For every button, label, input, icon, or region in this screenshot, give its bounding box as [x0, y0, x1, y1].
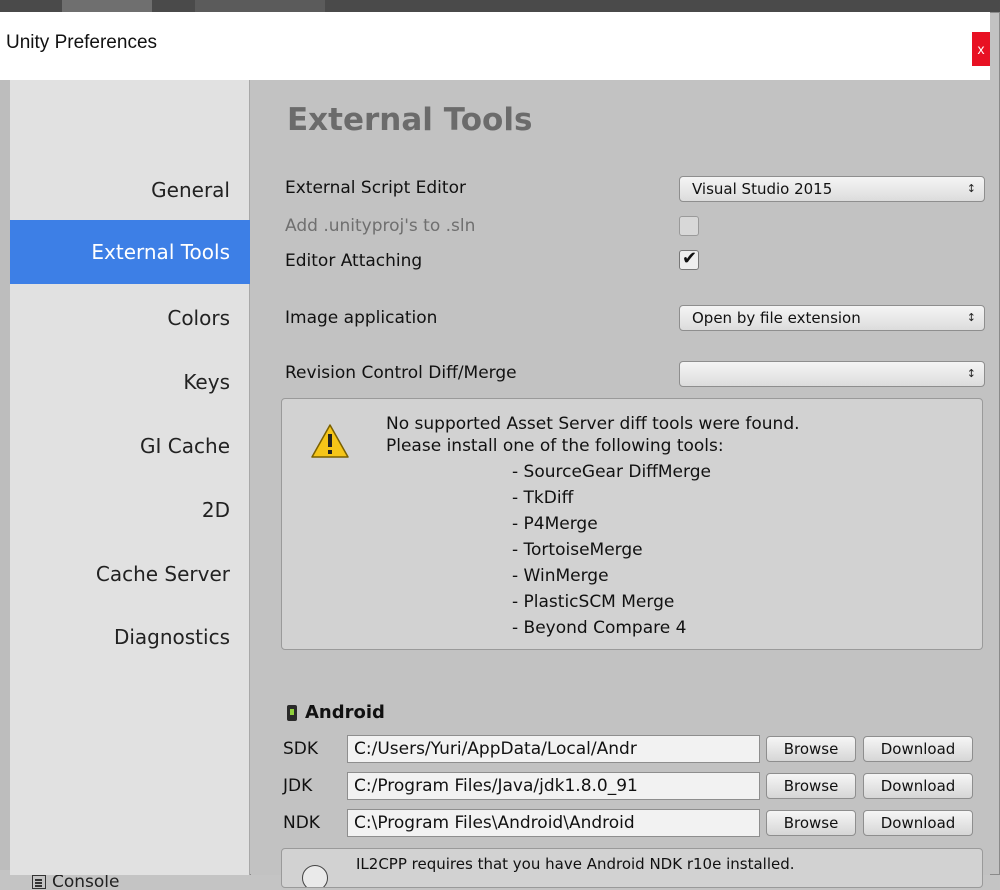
diff-tools-warning: No supported Asset Server diff tools wer…: [281, 398, 983, 650]
add-unityproj-checkbox: [679, 216, 699, 236]
list-item: - WinMerge: [512, 566, 609, 586]
image-application-value: Open by file extension: [692, 309, 861, 327]
warning-icon: [311, 424, 349, 458]
sidebar-item-2d[interactable]: 2D: [10, 478, 250, 542]
sidebar-item-cache-server[interactable]: Cache Server: [10, 542, 250, 606]
jdk-browse-button[interactable]: Browse: [766, 773, 856, 799]
add-unityproj-label: Add .unityproj's to .sln: [285, 216, 476, 236]
page-title: External Tools: [287, 102, 533, 138]
info-icon: [302, 865, 328, 887]
ndk-path-field[interactable]: C:\Program Files\Android\Android: [347, 809, 760, 837]
dropdown-arrows-icon: ↕: [966, 182, 976, 195]
script-editor-label: External Script Editor: [285, 178, 466, 198]
window-title: Unity Preferences: [6, 32, 158, 53]
sidebar-item-keys[interactable]: Keys: [10, 350, 250, 414]
list-item: - TortoiseMerge: [512, 540, 643, 560]
sidebar-item-general[interactable]: General: [10, 158, 250, 222]
ndk-download-button[interactable]: Download: [863, 810, 973, 836]
list-item: - TkDiff: [512, 488, 574, 508]
warning-message: No supported Asset Server diff tools wer…: [386, 413, 800, 457]
editor-attaching-checkbox[interactable]: ✔: [679, 248, 699, 270]
editor-attaching-label: Editor Attaching: [285, 251, 423, 271]
il2cpp-message: IL2CPP requires that you have Android ND…: [356, 855, 795, 873]
list-item: - P4Merge: [512, 514, 598, 534]
sdk-path-field[interactable]: C:/Users/Yuri/AppData/Local/Andr: [347, 735, 760, 763]
jdk-download-button[interactable]: Download: [863, 773, 973, 799]
close-button[interactable]: x: [972, 32, 990, 66]
sdk-label: SDK: [283, 739, 319, 759]
image-application-dropdown[interactable]: Open by file extension ↕: [679, 305, 985, 331]
android-section-heading: Android: [287, 702, 385, 723]
warning-line: No supported Asset Server diff tools wer…: [386, 414, 800, 434]
il2cpp-info-box: IL2CPP requires that you have Android ND…: [281, 848, 983, 888]
revision-control-label: Revision Control Diff/Merge: [285, 363, 517, 383]
console-icon: [32, 875, 46, 889]
warning-line: Please install one of the following tool…: [386, 436, 724, 456]
sidebar-item-colors[interactable]: Colors: [10, 286, 250, 350]
ndk-browse-button[interactable]: Browse: [766, 810, 856, 836]
ndk-label: NDK: [283, 813, 320, 833]
diff-tools-list: - SourceGear DiffMerge - TkDiff - P4Merg…: [512, 459, 711, 641]
title-bar: Unity Preferences x: [0, 12, 990, 80]
list-item: - SourceGear DiffMerge: [512, 462, 711, 482]
revision-control-dropdown[interactable]: ↕: [679, 361, 985, 387]
external-tools-panel: External Tools External Script Editor Vi…: [251, 80, 990, 888]
jdk-label: JDK: [283, 776, 313, 796]
script-editor-value: Visual Studio 2015: [692, 180, 833, 198]
dropdown-arrows-icon: ↕: [966, 367, 976, 380]
android-icon: [287, 704, 297, 721]
editor-background-tabs: [0, 0, 1000, 12]
sidebar-item-external-tools[interactable]: External Tools: [10, 220, 250, 284]
sidebar-item-diagnostics[interactable]: Diagnostics: [10, 605, 250, 669]
sdk-download-button[interactable]: Download: [863, 736, 973, 762]
sidebar-item-gi-cache[interactable]: GI Cache: [10, 414, 250, 478]
android-heading-label: Android: [305, 702, 385, 723]
sdk-browse-button[interactable]: Browse: [766, 736, 856, 762]
preferences-sidebar: General External Tools Colors Keys GI Ca…: [10, 80, 250, 875]
image-application-label: Image application: [285, 308, 438, 328]
checkmark-icon: ✔: [682, 248, 698, 269]
script-editor-dropdown[interactable]: Visual Studio 2015 ↕: [679, 176, 985, 202]
list-item: - Beyond Compare 4: [512, 618, 687, 638]
jdk-path-field[interactable]: C:/Program Files/Java/jdk1.8.0_91: [347, 772, 760, 800]
list-item: - PlasticSCM Merge: [512, 592, 675, 612]
dropdown-arrows-icon: ↕: [966, 311, 976, 324]
editor-tab: [62, 0, 152, 12]
editor-tab: [195, 0, 325, 12]
